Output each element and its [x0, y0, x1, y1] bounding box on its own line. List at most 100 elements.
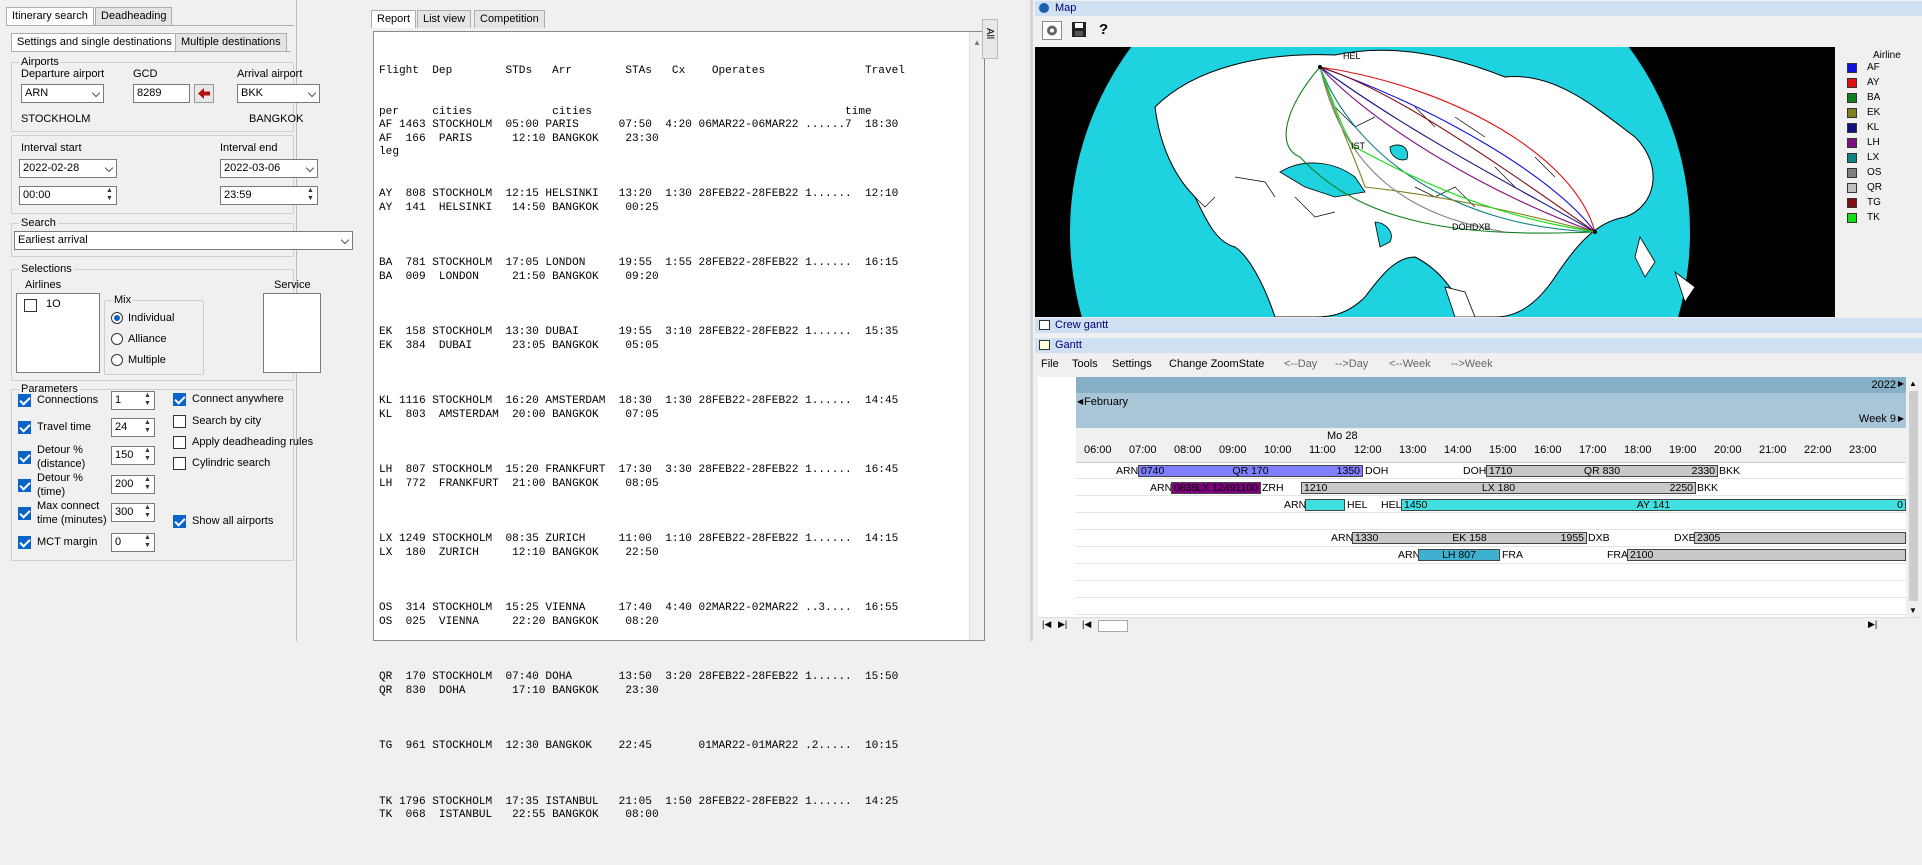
detour-time-checkbox[interactable]: [18, 479, 31, 492]
search-mode-select[interactable]: Earliest arrival: [14, 231, 353, 250]
arrival-airport-select[interactable]: BKK: [237, 84, 320, 103]
tab-competition[interactable]: Competition: [474, 10, 545, 28]
chevron-right-icon[interactable]: ▶: [1898, 414, 1904, 423]
travel-time-spinner[interactable]: 24 ▲ ▼: [111, 418, 155, 437]
spin-down-icon[interactable]: ▼: [306, 195, 315, 203]
max-connect-spinner[interactable]: 300 ▲ ▼: [111, 503, 155, 522]
spin-up-icon[interactable]: ▲: [143, 534, 152, 542]
spin-up-icon[interactable]: ▲: [105, 187, 114, 195]
menu-file[interactable]: File: [1041, 358, 1059, 370]
spin-up-icon[interactable]: ▲: [143, 447, 152, 455]
side-tab-all[interactable]: All: [982, 19, 998, 59]
spin-down-icon[interactable]: ▼: [143, 427, 152, 435]
menu-next-week[interactable]: -->Week: [1451, 358, 1493, 370]
hscroll-thumb[interactable]: [1098, 620, 1128, 632]
interval-start-time[interactable]: 00:00 ▲ ▼: [19, 186, 117, 205]
departure-airport-select[interactable]: ARN: [21, 84, 104, 103]
chevron-right-icon[interactable]: ▶: [1898, 379, 1904, 388]
gantt-title-bar[interactable]: Gantt: [1035, 338, 1922, 353]
mix-individual-radio[interactable]: [111, 312, 123, 324]
tab-deadheading[interactable]: Deadheading: [95, 7, 173, 25]
gantt-hscroll[interactable]: |◀ ▶| |◀ ▶|: [1038, 617, 1920, 632]
spin-up-icon[interactable]: ▲: [143, 392, 152, 400]
spin-up-icon[interactable]: ▲: [143, 476, 152, 484]
gantt-flight-bar[interactable]: 1450 AY 141 0: [1401, 499, 1906, 511]
tab-list-view[interactable]: List view: [417, 10, 472, 28]
report-scrollbar[interactable]: ▲: [969, 32, 984, 640]
tab-multiple-destinations[interactable]: Multiple destinations: [175, 33, 287, 51]
hour-tick: 16:00: [1534, 444, 1562, 456]
connect-anywhere-checkbox[interactable]: [173, 393, 186, 406]
gantt-flight-bar[interactable]: 1210 LX 180 2250: [1301, 482, 1696, 494]
scroll-down-icon[interactable]: ▼: [1909, 606, 1917, 615]
scroll-up-icon[interactable]: ▲: [973, 38, 981, 47]
detour-distance-checkbox[interactable]: [18, 451, 31, 464]
service-list[interactable]: [263, 293, 321, 373]
tab-settings-single[interactable]: Settings and single destinations: [11, 33, 178, 51]
search-by-city-checkbox[interactable]: [173, 415, 186, 428]
spin-down-icon[interactable]: ▼: [105, 195, 114, 203]
gantt-vscroll[interactable]: ▲ ▼: [1907, 377, 1920, 617]
swap-arrow-button[interactable]: [194, 84, 214, 103]
gantt-flight-bar[interactable]: 1710 QR 830 2330: [1486, 465, 1718, 477]
menu-next-day[interactable]: -->Day: [1335, 358, 1368, 370]
tab-itinerary-search[interactable]: Itinerary search: [6, 7, 94, 25]
scroll-left-icon[interactable]: |◀: [1082, 619, 1091, 630]
scroll-prev-icon[interactable]: ▶|: [1058, 619, 1067, 630]
menu-settings[interactable]: Settings: [1112, 358, 1152, 370]
gantt-chart[interactable]: 2022 ▶ ◀ February Week 9 ▶ Mo 28 06:00 0…: [1076, 377, 1906, 617]
spin-down-icon[interactable]: ▼: [143, 512, 152, 520]
crew-gantt-title-bar[interactable]: Crew gantt: [1035, 318, 1922, 333]
panel-splitter[interactable]: [1030, 0, 1033, 641]
menu-prev-day[interactable]: <--Day: [1284, 358, 1317, 370]
mix-alliance-radio[interactable]: [111, 333, 123, 345]
gantt-flight-bar[interactable]: [1305, 499, 1345, 511]
interval-end-date[interactable]: 2022-03-06: [220, 159, 318, 178]
airlines-list[interactable]: 1O: [16, 293, 100, 373]
report-group: KL 1116 STOCKHOLM 16:20 AMSTERDAM 18:30 …: [379, 395, 899, 421]
mix-multiple-radio[interactable]: [111, 354, 123, 366]
detour-distance-spinner[interactable]: 150 ▲ ▼: [111, 446, 155, 465]
menu-prev-week[interactable]: <--Week: [1389, 358, 1431, 370]
interval-start-date[interactable]: 2022-02-28: [19, 159, 117, 178]
tab-report[interactable]: Report: [371, 10, 417, 28]
cylindric-search-checkbox[interactable]: [173, 457, 186, 470]
mct-margin-checkbox[interactable]: [18, 536, 31, 549]
menu-change-zoom[interactable]: Change ZoomState: [1169, 358, 1264, 370]
connections-checkbox[interactable]: [18, 394, 31, 407]
show-all-airports-checkbox[interactable]: [173, 515, 186, 528]
gantt-flight-bar[interactable]: 1330 EK 158 1955: [1352, 532, 1587, 544]
spin-down-icon[interactable]: ▼: [143, 484, 152, 492]
gantt-flight-bar[interactable]: 0835 LX 1249 1100: [1171, 482, 1261, 494]
gantt-flight-bar[interactable]: 2305: [1694, 532, 1906, 544]
detour-time-spinner[interactable]: 200 ▲ ▼: [111, 475, 155, 494]
max-connect-checkbox[interactable]: [18, 507, 31, 520]
chevron-left-icon[interactable]: ◀: [1077, 397, 1083, 406]
airline-checkbox[interactable]: [24, 299, 37, 312]
spin-down-icon[interactable]: ▼: [143, 455, 152, 463]
save-button[interactable]: [1070, 21, 1090, 40]
spin-up-icon[interactable]: ▲: [143, 504, 152, 512]
scroll-up-icon[interactable]: ▲: [1909, 379, 1917, 388]
connections-spinner[interactable]: 1 ▲ ▼: [111, 391, 155, 410]
mct-margin-spinner[interactable]: 0 ▲ ▼: [111, 533, 155, 552]
spin-up-icon[interactable]: ▲: [143, 419, 152, 427]
apply-deadheading-checkbox[interactable]: [173, 436, 186, 449]
map-canvas[interactable]: HEL IST DOHDXB: [1035, 47, 1835, 317]
report-textarea[interactable]: Flight Dep STDs Arr STAs Cx Operates Tra…: [373, 31, 985, 821]
gantt-flight-bar[interactable]: 0740 QR 170 1350: [1138, 465, 1363, 477]
menu-tools[interactable]: Tools: [1072, 358, 1098, 370]
spin-down-icon[interactable]: ▼: [143, 542, 152, 550]
travel-time-checkbox[interactable]: [18, 421, 31, 434]
gantt-row-divider: [1076, 495, 1906, 496]
scroll-first-icon[interactable]: |◀: [1042, 619, 1051, 630]
help-button[interactable]: ?: [1099, 21, 1119, 40]
settings-gear-button[interactable]: [1042, 21, 1062, 40]
interval-end-time[interactable]: 23:59 ▲ ▼: [220, 186, 318, 205]
scroll-right-icon[interactable]: ▶|: [1868, 619, 1877, 630]
gantt-flight-bar[interactable]: LH 807: [1418, 549, 1500, 561]
scroll-thumb[interactable]: [1909, 391, 1918, 601]
gantt-flight-bar[interactable]: 2100: [1627, 549, 1906, 561]
spin-down-icon[interactable]: ▼: [143, 400, 152, 408]
spin-up-icon[interactable]: ▲: [306, 187, 315, 195]
